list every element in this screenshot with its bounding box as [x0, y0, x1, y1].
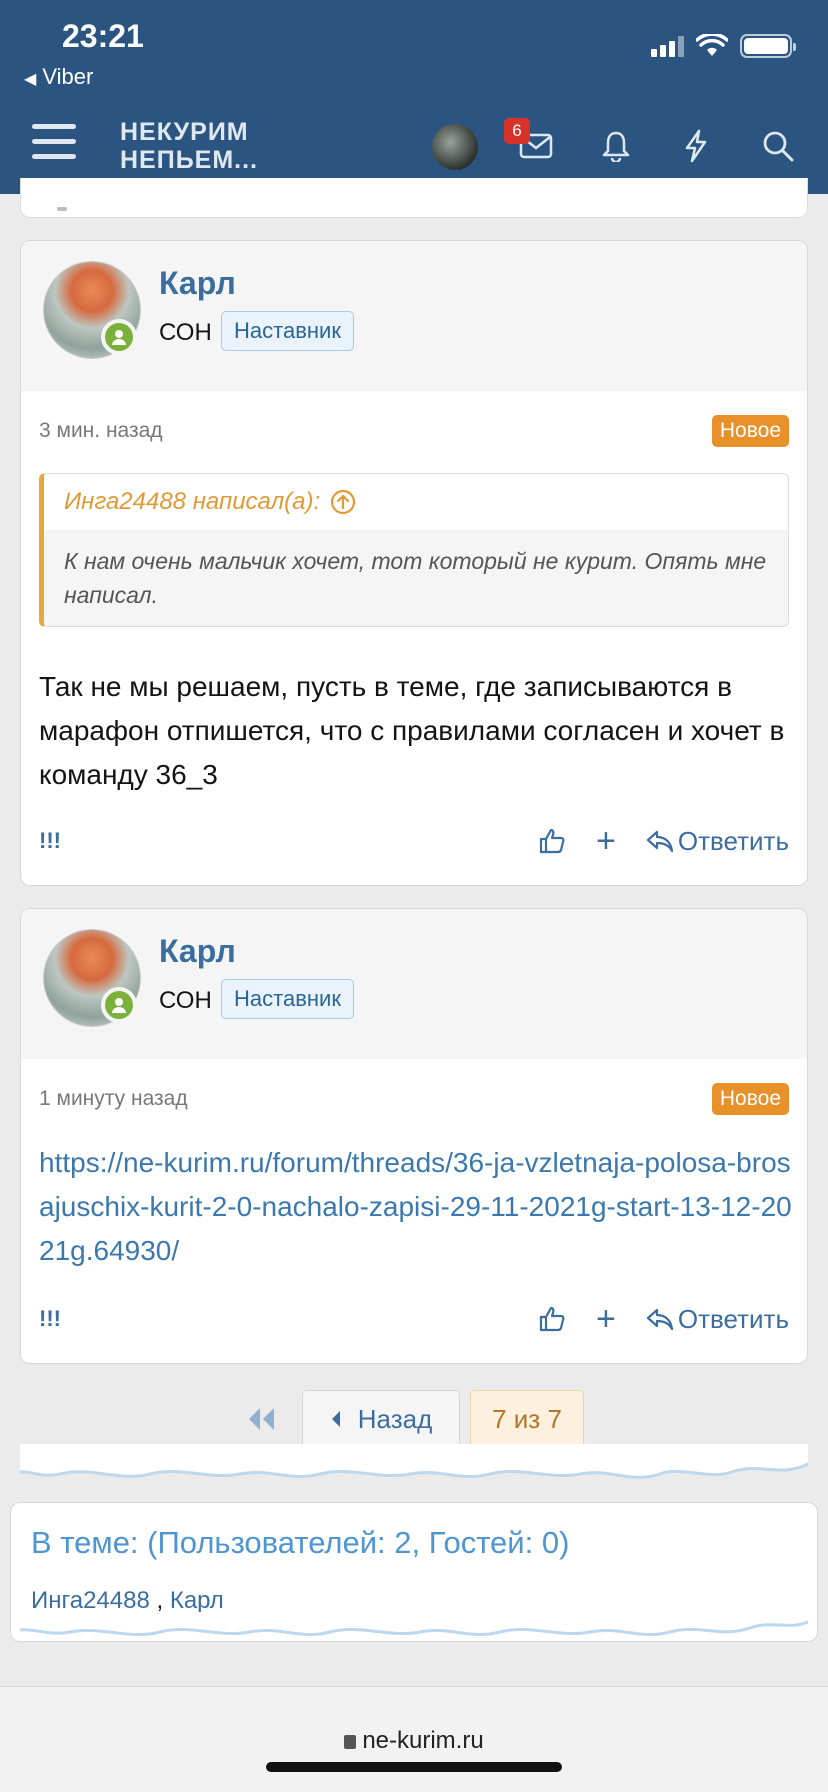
post-user-header: Карл СОН Наставник: [21, 909, 807, 1059]
thumbs-up-icon[interactable]: [538, 827, 566, 855]
reply-arrow-icon: [646, 830, 673, 853]
app-header: 23:21 ◀ Viber НЕКУРИМ НЕПЬЕМ... 6: [0, 0, 828, 194]
pagination: Назад 7 из 7: [0, 1390, 828, 1450]
quote-block: Инга24488 написал(а): К нам очень мальчи…: [39, 473, 789, 627]
status-icons: [651, 34, 796, 58]
quote-text: К нам очень мальчик хочет, тот который н…: [64, 548, 767, 608]
site-logo[interactable]: НЕКУРИМ НЕПЬЕМ...: [120, 118, 258, 174]
status-time: 23:21: [62, 18, 144, 54]
reply-button[interactable]: Ответить: [646, 826, 789, 857]
post-card: Карл СОН Наставник 1 минуту назад Новое …: [20, 908, 808, 1364]
thumbs-up-icon[interactable]: [538, 1305, 566, 1333]
previous-post-tail: [20, 178, 808, 218]
new-badge: Новое: [711, 415, 789, 447]
thread-viewers-list: Инга24488 , Карл: [31, 1587, 224, 1615]
browser-bottom-bar: ne-kurim.ru: [0, 1686, 828, 1792]
back-triangle-icon: ◀: [24, 71, 37, 88]
role-badge: Наставник: [221, 979, 354, 1019]
post-user-header: Карл СОН Наставник: [21, 241, 807, 391]
viewer-link[interactable]: Инга24488: [31, 1587, 150, 1614]
back-to-app[interactable]: ◀ Viber: [24, 64, 93, 90]
post-time[interactable]: 1 минуту назад: [39, 1087, 188, 1111]
whats-new-button[interactable]: [674, 124, 718, 168]
logo-line-2: НЕПЬЕМ...: [120, 146, 259, 174]
current-page-indicator[interactable]: 7 из 7: [470, 1390, 584, 1448]
username[interactable]: Карл: [159, 933, 236, 970]
post-actions: !!! + Ответить: [39, 821, 789, 861]
thread-viewers-title[interactable]: В теме: (Пользователей: 2, Гостей: 0): [31, 1525, 569, 1561]
prev-page-button[interactable]: Назад: [302, 1390, 460, 1448]
reply-label: Ответить: [677, 1303, 789, 1334]
online-status-icon: [101, 319, 137, 355]
lock-icon: [344, 1735, 357, 1749]
post-card: Карл СОН Наставник 3 мин. назад Новое Ин…: [20, 240, 808, 886]
online-status-icon: [101, 987, 137, 1023]
quote-author: Инга24488 написал(а):: [64, 488, 321, 515]
wifi-icon: [696, 34, 728, 56]
multiquote-plus-icon[interactable]: +: [596, 1300, 616, 1339]
cellular-signal-icon: [651, 35, 684, 57]
torn-edge-divider: [20, 1612, 808, 1636]
home-indicator[interactable]: [266, 1762, 562, 1772]
reply-label: Ответить: [677, 825, 789, 856]
battery-icon: [740, 34, 796, 58]
thread-link[interactable]: https://ne-kurim.ru/forum/threads/36-ja-…: [39, 1141, 799, 1273]
arrow-up-circle-icon[interactable]: [330, 489, 356, 515]
hamburger-menu-icon[interactable]: [32, 124, 76, 162]
username[interactable]: Карл: [159, 265, 236, 302]
lightning-icon: [685, 129, 707, 163]
user-avatar[interactable]: [432, 124, 478, 170]
bell-icon: [602, 131, 630, 162]
search-button[interactable]: [756, 124, 800, 168]
new-badge: Новое: [711, 1083, 789, 1115]
logo-line-1: НЕКУРИМ: [120, 118, 249, 146]
reply-button[interactable]: Ответить: [646, 1304, 789, 1335]
post-actions: !!! + Ответить: [39, 1299, 789, 1339]
viewer-link[interactable]: Карл: [170, 1587, 224, 1614]
multiquote-plus-icon[interactable]: +: [596, 822, 616, 861]
report-link[interactable]: !!!: [39, 1306, 61, 1332]
address-bar[interactable]: ne-kurim.ru: [0, 1727, 828, 1755]
user-title: СОН: [159, 987, 212, 1014]
back-app-label: Viber: [42, 64, 94, 89]
first-page-icon[interactable]: [246, 1404, 278, 1434]
chevron-left-icon: [331, 1411, 340, 1427]
inbox-count-badge: 6: [504, 118, 530, 144]
reply-arrow-icon: [646, 1308, 673, 1331]
search-icon: [763, 131, 794, 162]
report-link[interactable]: !!!: [39, 828, 61, 854]
role-badge: Наставник: [221, 311, 354, 351]
prev-page-label: Назад: [357, 1403, 433, 1434]
user-title: СОН: [159, 319, 212, 346]
post-message: Так не мы решаем, пусть в теме, где запи…: [39, 671, 785, 790]
alerts-button[interactable]: [594, 124, 638, 168]
quote-header[interactable]: Инга24488 написал(а):: [44, 474, 788, 530]
url-text: ne-kurim.ru: [362, 1727, 484, 1754]
post-time[interactable]: 3 мин. назад: [39, 419, 163, 443]
torn-edge-divider: [20, 1444, 808, 1479]
viewer-separator: ,: [149, 1587, 170, 1614]
